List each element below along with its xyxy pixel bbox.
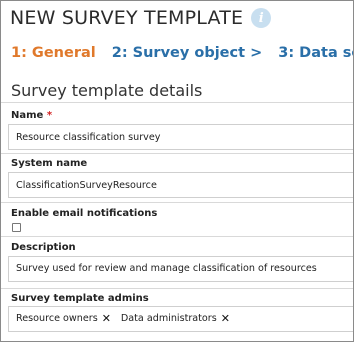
remove-tag-icon[interactable]: ✕ bbox=[221, 307, 230, 331]
remove-tag-icon[interactable]: ✕ bbox=[102, 307, 111, 331]
admin-tag-resource-owners: Resource owners ✕ bbox=[16, 307, 111, 331]
admin-tag-data-administrators: Data administrators ✕ bbox=[121, 307, 230, 331]
email-notifications-checkbox[interactable] bbox=[12, 223, 21, 232]
name-input[interactable] bbox=[8, 124, 353, 150]
step-data-sources[interactable]: 3: Data sources > bbox=[278, 45, 353, 61]
page-title: NEW SURVEY TEMPLATE bbox=[10, 7, 244, 29]
required-marker: * bbox=[46, 110, 53, 121]
step-general[interactable]: 1: General bbox=[11, 45, 96, 61]
description-label: Description bbox=[11, 242, 76, 253]
name-label: Name * bbox=[11, 110, 53, 121]
wizard-steps: 1: General 2: Survey object > 3: Data so… bbox=[11, 45, 353, 61]
section-divider bbox=[1, 102, 353, 103]
system-name-input[interactable] bbox=[8, 172, 353, 198]
email-notifications-label: Enable email notifications bbox=[11, 208, 158, 219]
admins-tag-input[interactable]: Resource owners ✕ Data administrators ✕ bbox=[8, 306, 353, 332]
page-header: NEW SURVEY TEMPLATE i bbox=[10, 7, 272, 29]
survey-template-window: NEW SURVEY TEMPLATE i 1: General 2: Surv… bbox=[0, 0, 354, 342]
info-icon[interactable]: i bbox=[251, 8, 272, 28]
field-divider bbox=[1, 236, 353, 237]
step-survey-object[interactable]: 2: Survey object > bbox=[112, 45, 263, 61]
field-divider bbox=[1, 288, 353, 289]
description-input[interactable]: Survey used for review and manage classi… bbox=[8, 256, 353, 282]
section-title: Survey template details bbox=[11, 81, 203, 100]
admins-label: Survey template admins bbox=[11, 293, 149, 304]
field-divider bbox=[1, 153, 353, 154]
field-divider bbox=[1, 202, 353, 203]
system-name-label: System name bbox=[11, 158, 88, 169]
